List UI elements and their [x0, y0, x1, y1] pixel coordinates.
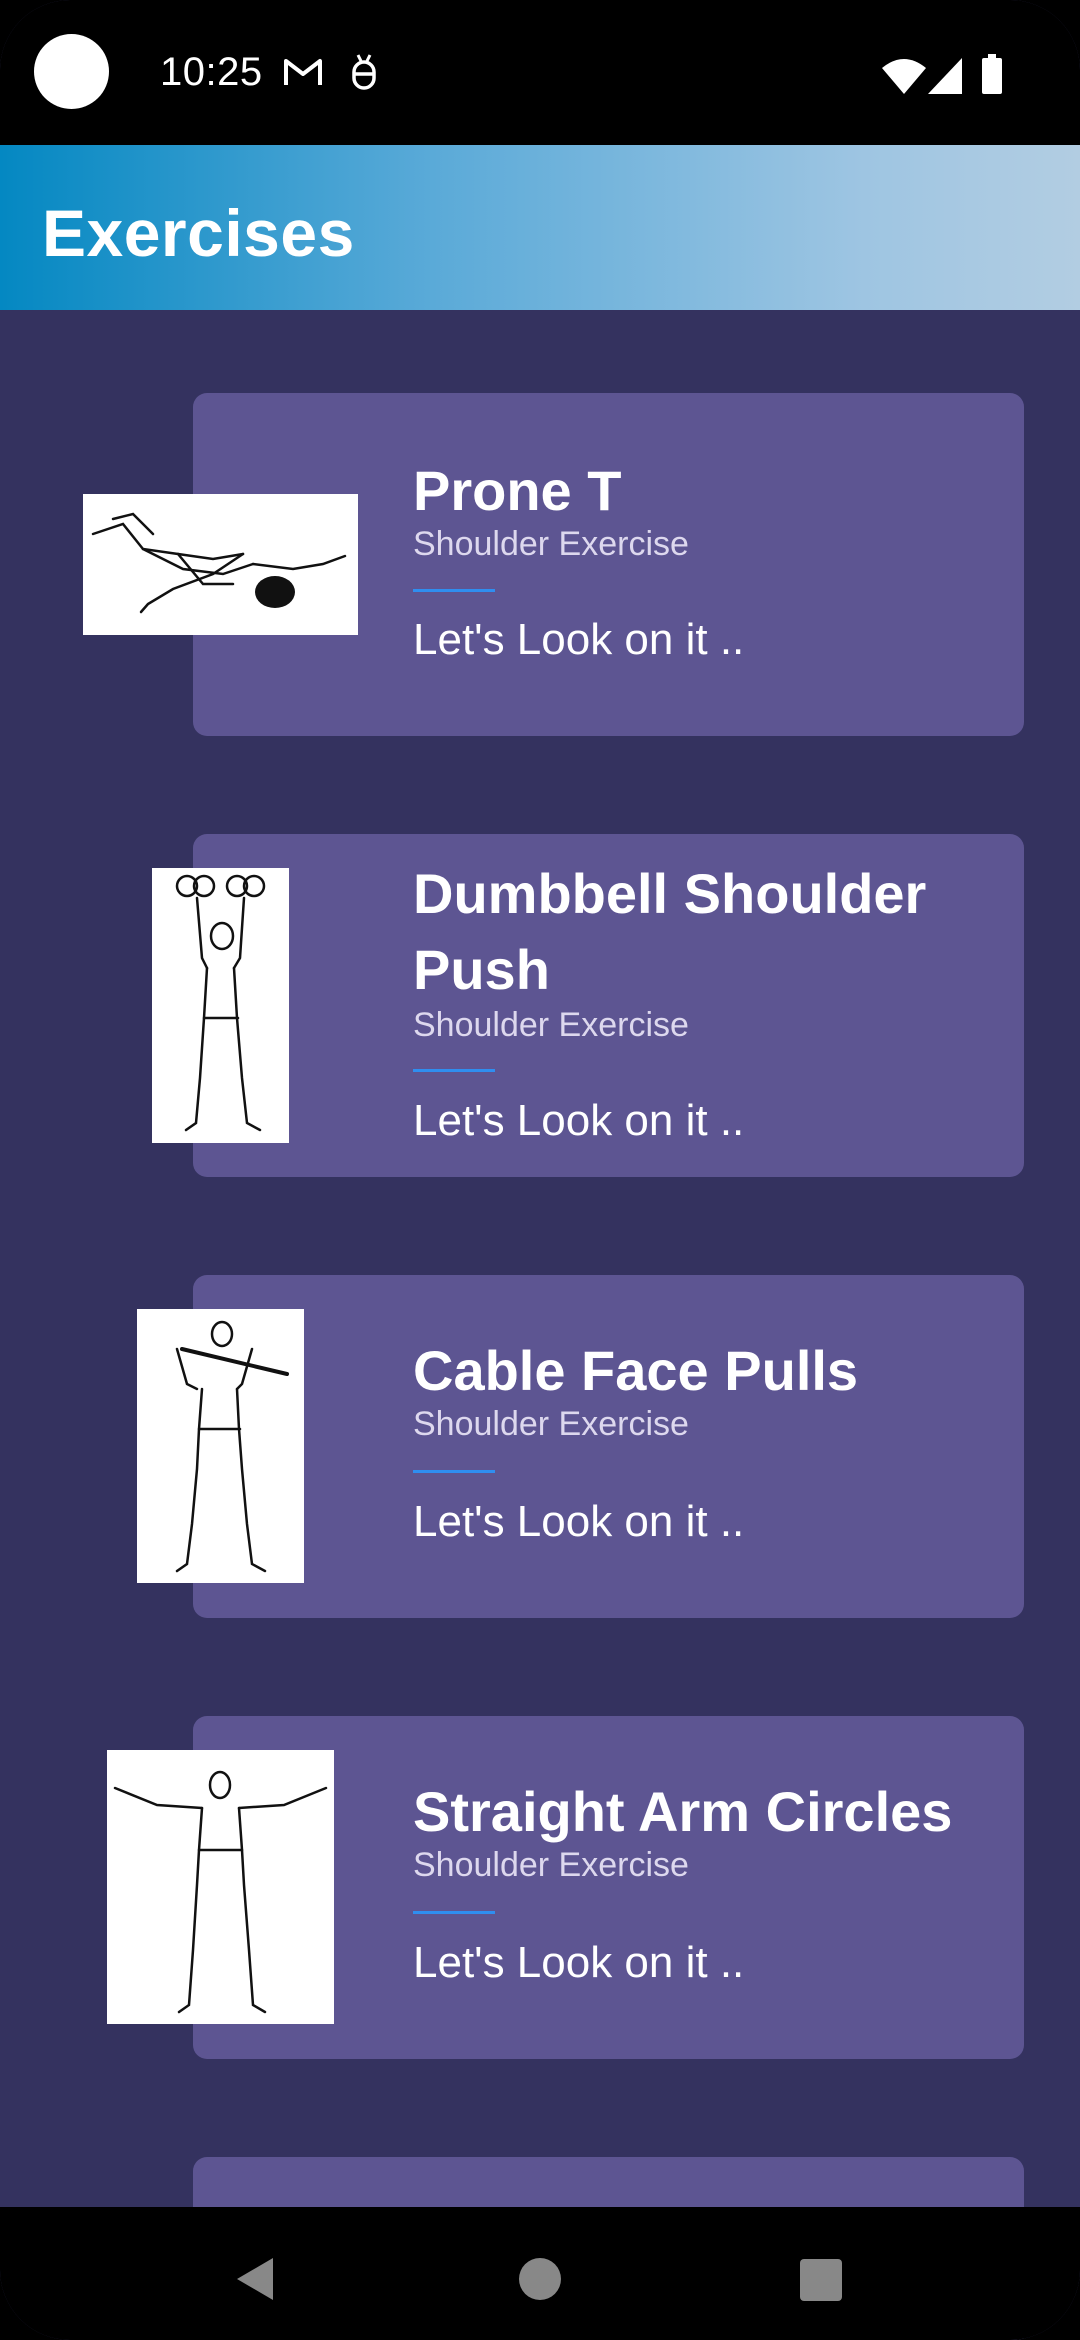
screen: 10:25 Exercises Prone T Shoulder Exercis… [0, 0, 1080, 2340]
view-exercise-link[interactable]: Let's Look on it .. [413, 1497, 744, 1547]
debug-icon [352, 54, 376, 90]
card-divider [413, 1911, 495, 1914]
signal-icon [928, 58, 962, 94]
exercise-card-cable-face-pulls[interactable]: Cable Face Pulls Shoulder Exercise Let's… [193, 1275, 1024, 1618]
exercise-image-straight-arm-circles[interactable] [107, 1750, 334, 2024]
card-divider [413, 589, 495, 592]
view-exercise-link[interactable]: Let's Look on it .. [413, 615, 744, 665]
exercise-category: Shoulder Exercise [413, 1405, 689, 1443]
navigation-bar [0, 2207, 1080, 2340]
exercise-category: Shoulder Exercise [413, 525, 689, 563]
exercise-category: Shoulder Exercise [413, 1006, 689, 1044]
view-exercise-link[interactable]: Let's Look on it .. [413, 1096, 744, 1146]
wifi-icon [882, 59, 926, 94]
exercise-title: Cable Face Pulls [413, 1339, 859, 1402]
card-divider [413, 1069, 495, 1072]
exercise-card-dumbbell-shoulder-push[interactable]: Dumbbell Shoulder Push Shoulder Exercise… [193, 834, 1024, 1177]
exercise-title: Dumbbell Shoulder Push [413, 862, 927, 1001]
gmail-icon [284, 59, 322, 85]
exercise-category: Shoulder Exercise [413, 1846, 689, 1884]
recents-icon[interactable] [800, 2259, 842, 2301]
exercise-title: Prone T [413, 459, 622, 522]
app-bar: Exercises [0, 145, 1080, 310]
battery-icon [982, 54, 1002, 94]
exercise-image-dumbbell-shoulder-push[interactable] [152, 868, 289, 1143]
back-icon[interactable] [235, 2256, 275, 2302]
camera-cutout [34, 34, 109, 109]
page-title: Exercises [42, 196, 355, 270]
status-bar: 10:25 [0, 0, 1080, 145]
view-exercise-link[interactable]: Let's Look on it .. [413, 1938, 744, 1988]
exercise-image-cable-face-pulls[interactable] [137, 1309, 304, 1583]
home-icon[interactable] [519, 2258, 561, 2300]
exercise-image-prone-t[interactable] [83, 494, 358, 635]
exercise-title: Straight Arm Circles [413, 1780, 953, 1843]
card-divider [413, 1470, 495, 1473]
status-time: 10:25 [160, 50, 263, 94]
